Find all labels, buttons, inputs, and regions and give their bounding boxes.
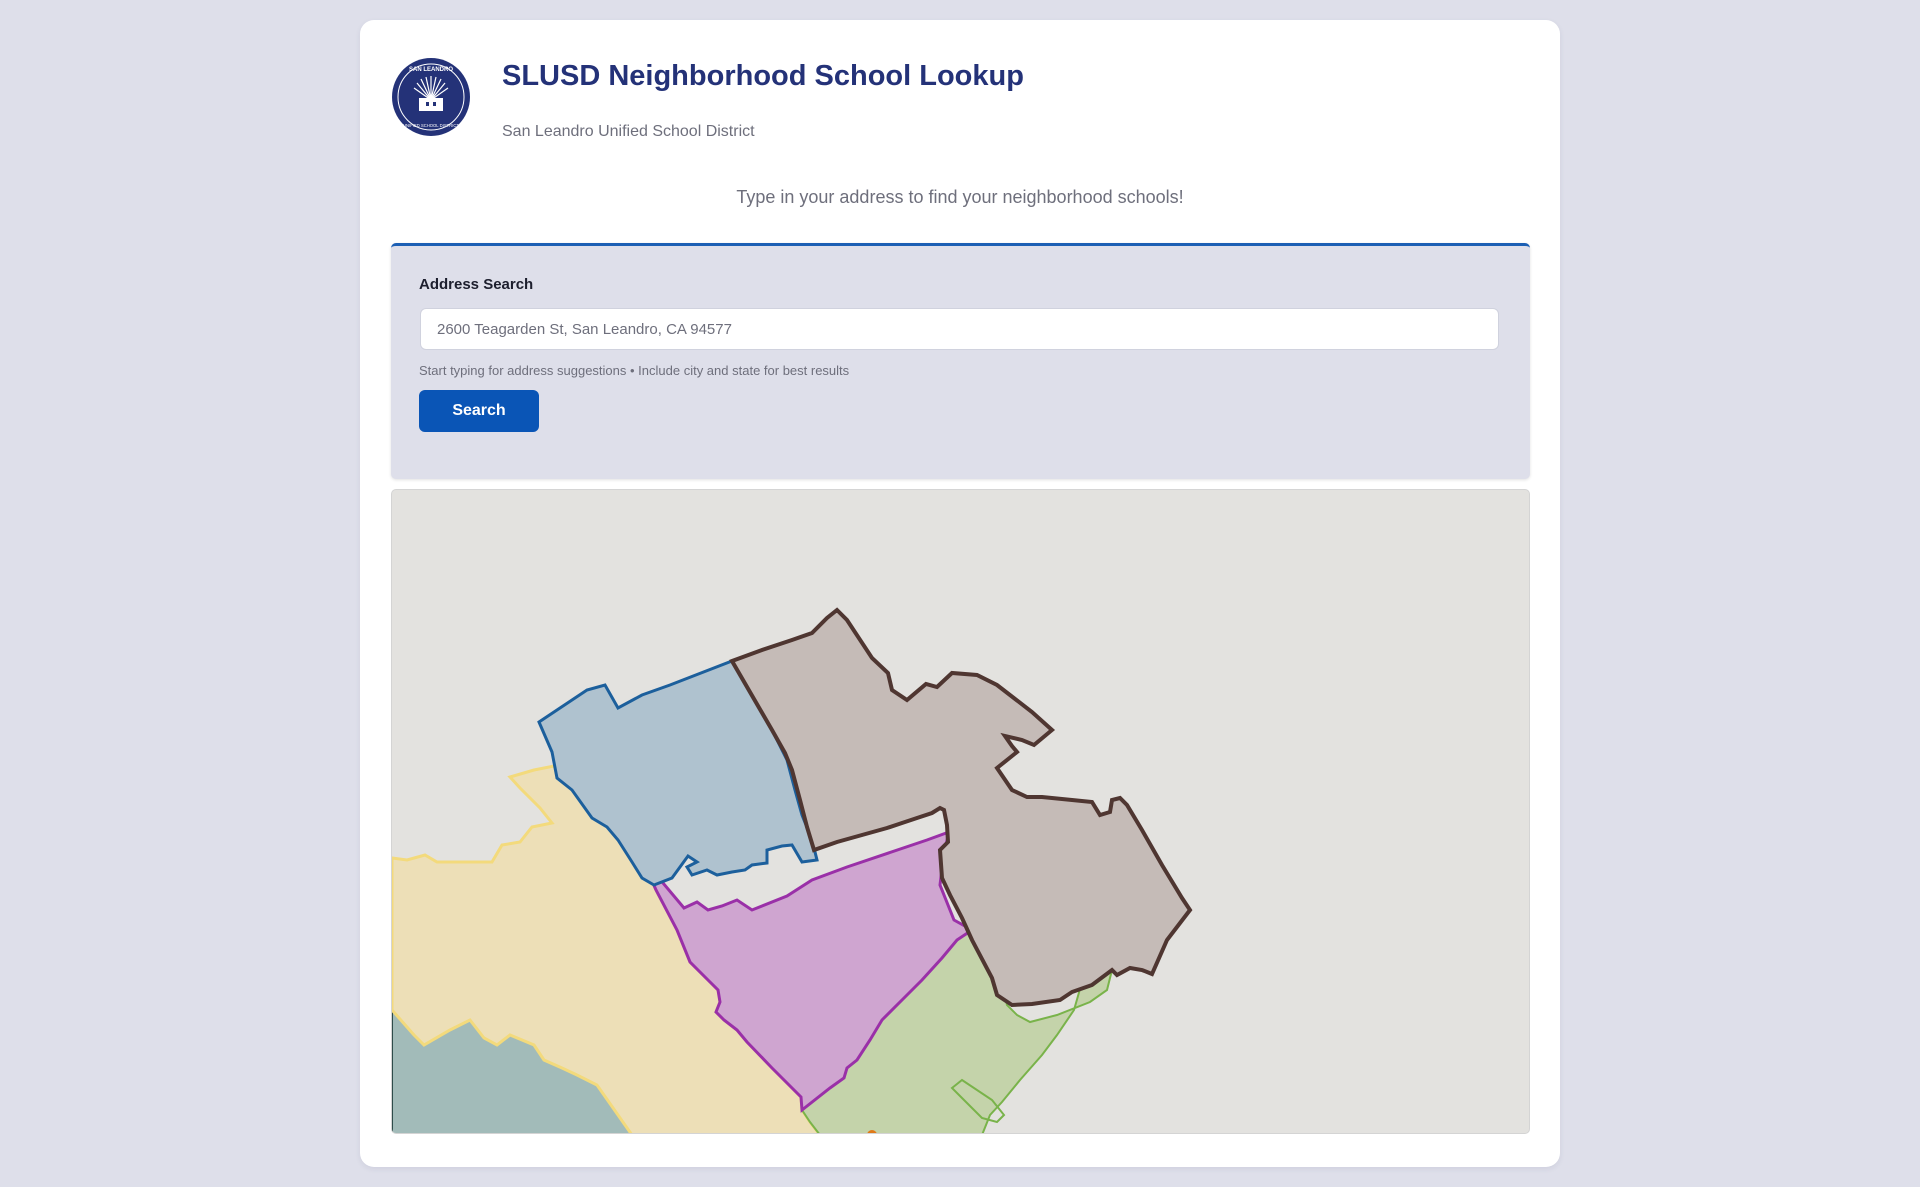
district-logo: SAN LEANDRO UNIFIED SCHOOL DISTRICT	[392, 58, 470, 136]
lookup-card: SAN LEANDRO UNIFIED SCHOOL DISTRICT SLUS…	[360, 20, 1560, 1167]
page-title: SLUSD Neighborhood School Lookup	[502, 60, 1024, 92]
logo-text-top: SAN LEANDRO	[409, 67, 453, 73]
search-button[interactable]: Search	[419, 390, 539, 432]
search-hint: Start typing for address suggestions • I…	[419, 363, 850, 378]
address-search-label: Address Search	[419, 276, 534, 293]
address-search-input[interactable]	[420, 308, 1499, 350]
school-boundary-map[interactable]	[391, 489, 1530, 1134]
instructions-text: Type in your address to find your neighb…	[736, 187, 1184, 207]
logo-text-bottom: UNIFIED SCHOOL DISTRICT	[403, 123, 459, 128]
address-search-panel: Address Search Start typing for address …	[391, 243, 1530, 479]
boundary-map-canvas[interactable]	[392, 490, 1530, 1134]
district-name: San Leandro Unified School District	[502, 123, 755, 140]
